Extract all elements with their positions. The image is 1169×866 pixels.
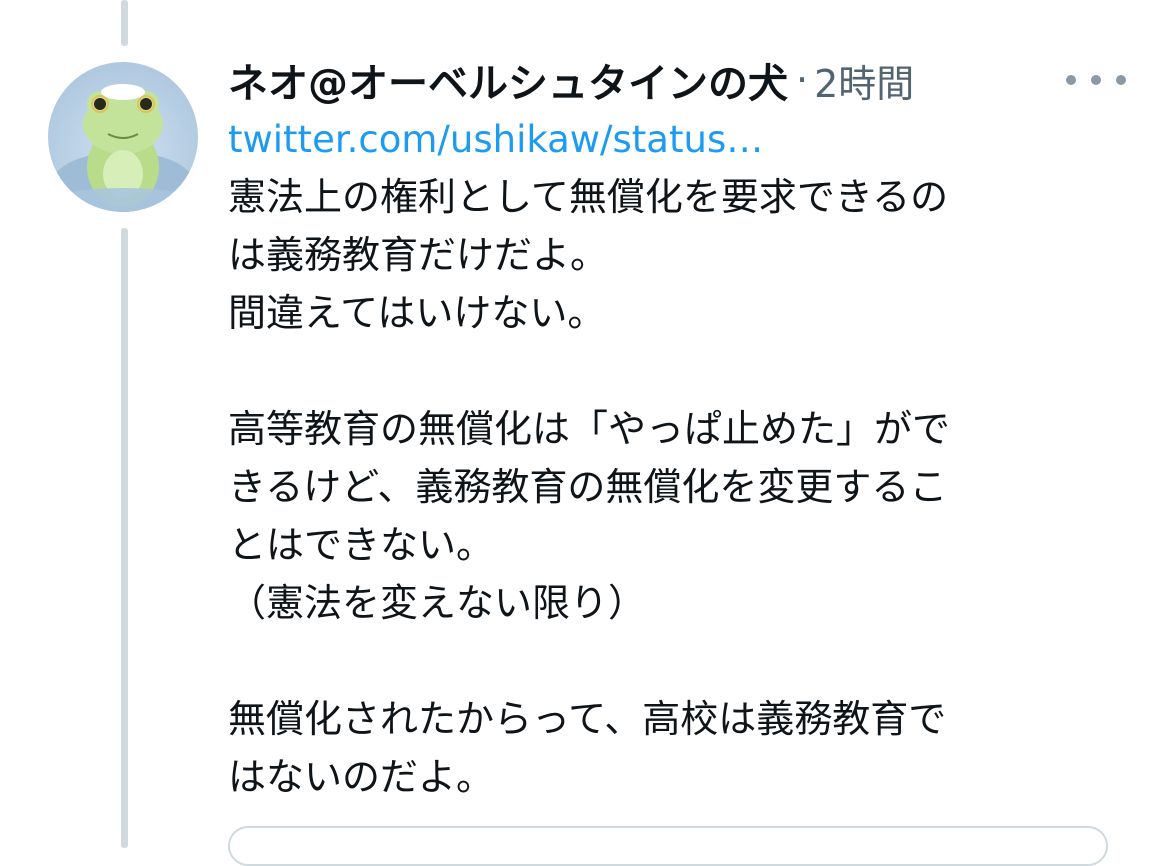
tweet-header: ネオ@オーベルシュタインの犬 · 2時間 <box>228 52 914 108</box>
tweet-paragraph: 高等教育の無償化は「やっぱ止めた」がで きるけど、義務教育の無償化を変更するこ … <box>228 407 951 625</box>
more-options-button[interactable] <box>1066 62 1126 98</box>
more-horizontal-icon <box>1091 75 1101 85</box>
display-name[interactable]: ネオ@オーベルシュタインの犬 <box>228 51 788 109</box>
separator-dot: · <box>796 58 809 102</box>
more-horizontal-icon <box>1066 75 1076 85</box>
timestamp[interactable]: 2時間 <box>814 53 914 108</box>
thread-line-top <box>121 0 128 46</box>
frog-avatar-image <box>48 84 198 212</box>
avatar[interactable] <box>48 62 198 212</box>
thread-line-bottom <box>121 228 128 848</box>
tweet-paragraph: 無償化されたからって、高校は義務教育で はないのだよ。 <box>228 697 947 799</box>
tweet-text: 憲法上の権利として無償化を要求できるの は義務教育だけだよ。 間違えてはいけない… <box>228 168 1108 806</box>
quoted-status-link[interactable]: twitter.com/ushikaw/status… <box>228 118 763 161</box>
tweet-paragraph: 憲法上の権利として無償化を要求できるの は義務教育だけだよ。 間違えてはいけない… <box>228 175 949 335</box>
quoted-tweet-card[interactable] <box>228 826 1108 866</box>
more-horizontal-icon <box>1116 75 1126 85</box>
